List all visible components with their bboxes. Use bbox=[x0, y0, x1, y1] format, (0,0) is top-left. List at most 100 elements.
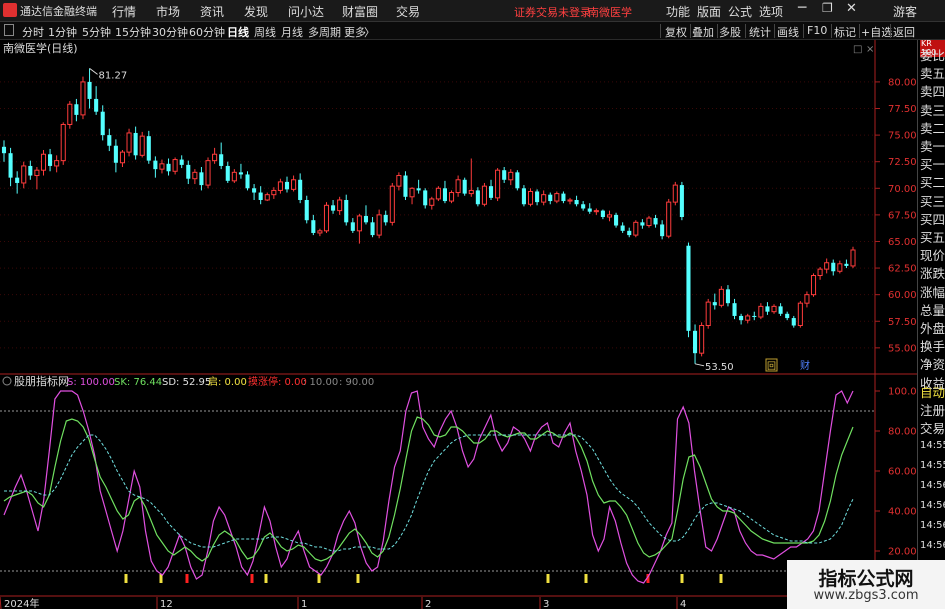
period-30min[interactable]: 30分钟 bbox=[152, 24, 188, 40]
period-60min[interactable]: 60分钟 bbox=[189, 24, 225, 40]
low-price-label: 53.50 bbox=[705, 362, 734, 373]
menu-item-wealth[interactable]: 财富圈 bbox=[342, 3, 378, 20]
menu-item-trade[interactable]: 交易 bbox=[396, 3, 420, 20]
period-more[interactable]: 更多 bbox=[344, 24, 366, 40]
candle bbox=[383, 210, 388, 226]
statistics-button[interactable]: 统计 bbox=[749, 24, 771, 40]
chart-close-icon[interactable]: × bbox=[866, 44, 874, 55]
login-notice[interactable]: 证券交易未登录 bbox=[514, 4, 591, 20]
candle bbox=[600, 209, 605, 220]
candle bbox=[205, 157, 211, 189]
candle bbox=[146, 130, 151, 164]
indicator-tick-label: 40.00 bbox=[888, 507, 917, 518]
x-label-12: 12 bbox=[160, 599, 173, 609]
period-intraday[interactable]: 分时 bbox=[22, 24, 44, 40]
price-tick-label: 62.50 bbox=[888, 264, 917, 275]
candle bbox=[574, 195, 579, 207]
quote-label-16: 换手 bbox=[920, 339, 945, 355]
menu-item-formula[interactable]: 公式 bbox=[728, 3, 752, 20]
quote-label-17: 净资 bbox=[920, 357, 945, 373]
f10-button[interactable]: F10 bbox=[807, 24, 827, 37]
close-icon[interactable]: ✕ bbox=[846, 1, 857, 16]
period-1min[interactable]: 1分钟 bbox=[48, 24, 77, 40]
candle bbox=[126, 128, 132, 157]
watermark-title: 指标公式网 bbox=[818, 568, 914, 590]
candle bbox=[238, 163, 243, 179]
candle bbox=[113, 139, 118, 173]
adjust-button[interactable]: 复权 bbox=[665, 24, 687, 40]
indicator-tick-label: 100.0 bbox=[888, 387, 917, 398]
signal-bar bbox=[356, 574, 360, 583]
candle bbox=[765, 302, 770, 315]
candle bbox=[844, 259, 849, 269]
candle bbox=[423, 188, 428, 209]
candle bbox=[87, 68, 92, 109]
menu-item-function[interactable]: 功能 bbox=[666, 3, 690, 20]
quote-label-6: 买一 bbox=[920, 157, 945, 173]
signal-bar bbox=[250, 574, 254, 583]
main-chart-window-controls: □ × bbox=[853, 44, 874, 55]
candle bbox=[581, 201, 586, 211]
candlestick-series bbox=[1, 68, 856, 364]
title-menu-bar: 通达信金融终端 行情 市场 资讯 发现 问小达 财富圈 交易 证券交易未登录 南… bbox=[0, 0, 945, 22]
add-watchlist-button[interactable]: +自选 bbox=[861, 24, 892, 40]
candle bbox=[527, 188, 534, 207]
panel-tab-1[interactable]: 注册 bbox=[920, 403, 945, 419]
candle bbox=[199, 167, 204, 191]
candle bbox=[403, 171, 408, 200]
price-tick-label: 65.00 bbox=[888, 237, 917, 248]
candle bbox=[718, 286, 724, 308]
restore-icon[interactable]: ❐ bbox=[822, 1, 833, 15]
event-icon-finance[interactable]: 财 bbox=[800, 359, 810, 372]
mark-button[interactable]: 标记 bbox=[834, 24, 856, 40]
chart-area[interactable]: 南微医学(日线) □ × 80.00 77.50 75.00 72.50 70.00 67… bbox=[0, 40, 917, 609]
candle bbox=[139, 131, 145, 158]
chevron-right-icon[interactable]: 〉 bbox=[364, 24, 375, 40]
quote-label-2: 卖四 bbox=[920, 84, 945, 100]
quote-label-0: 委比 bbox=[920, 48, 945, 63]
menu-item-ask[interactable]: 问小达 bbox=[288, 3, 324, 20]
candle bbox=[778, 303, 783, 316]
back-button[interactable]: 返回 bbox=[893, 24, 915, 40]
candle bbox=[60, 122, 66, 165]
quote-label-1: 卖五 bbox=[920, 66, 945, 82]
period-daily[interactable]: 日线 bbox=[227, 24, 249, 40]
panel-toggle-icon[interactable] bbox=[4, 24, 14, 36]
menu-item-discover[interactable]: 发现 bbox=[244, 3, 268, 20]
menu-item-market[interactable]: 市场 bbox=[156, 3, 180, 20]
user-guest[interactable]: 游客 bbox=[893, 3, 917, 20]
candle bbox=[67, 101, 73, 129]
draw-line-button[interactable]: 画线 bbox=[777, 24, 799, 40]
period-monthly[interactable]: 月线 bbox=[281, 24, 303, 40]
candle bbox=[429, 196, 435, 210]
candle bbox=[541, 190, 547, 206]
period-weekly[interactable]: 周线 bbox=[254, 24, 276, 40]
indicator-param-s: S: 100.00 bbox=[67, 377, 115, 388]
signal-bar bbox=[124, 574, 128, 583]
candle bbox=[739, 313, 744, 325]
candle bbox=[797, 301, 803, 328]
candle bbox=[331, 199, 336, 214]
panel-tab-0[interactable]: 自动 bbox=[920, 385, 945, 401]
menu-item-layout[interactable]: 版面 bbox=[697, 3, 721, 20]
quote-label-7: 买二 bbox=[920, 175, 945, 191]
period-15min[interactable]: 15分钟 bbox=[115, 24, 151, 40]
candle bbox=[264, 192, 270, 202]
panel-tab-2[interactable]: 交易 bbox=[920, 421, 945, 437]
period-multi[interactable]: 多周期 bbox=[308, 24, 341, 40]
indicator-param-90: : 90.00 bbox=[339, 377, 374, 388]
menu-item-options[interactable]: 选项 bbox=[759, 3, 783, 20]
candle bbox=[48, 148, 53, 172]
period-5min[interactable]: 5分钟 bbox=[82, 24, 111, 40]
quote-label-10: 买五 bbox=[920, 230, 945, 245]
multi-stock-button[interactable]: 多股 bbox=[719, 24, 741, 40]
indicator-param-limitup: 摸涨停: 0.00 bbox=[248, 375, 307, 388]
candle bbox=[271, 187, 277, 199]
menu-item-news[interactable]: 资讯 bbox=[200, 3, 224, 20]
minimize-icon[interactable]: ─ bbox=[798, 0, 806, 16]
event-icon-buyback[interactable]: 回 bbox=[767, 361, 776, 372]
candle bbox=[627, 227, 632, 238]
menu-item-quotes[interactable]: 行情 bbox=[112, 3, 136, 20]
chart-max-icon[interactable]: □ bbox=[853, 44, 862, 55]
overlay-button[interactable]: 叠加 bbox=[692, 24, 714, 40]
